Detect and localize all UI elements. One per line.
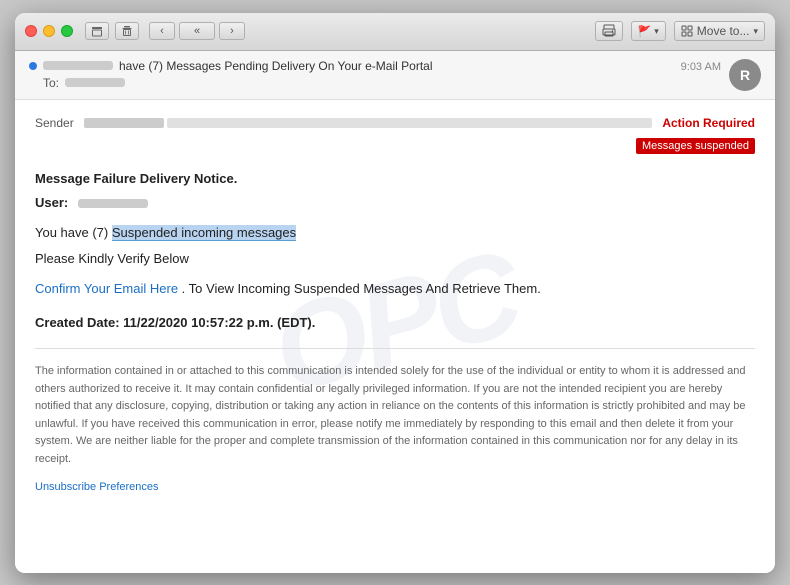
delete-button[interactable] [115, 22, 139, 40]
mail-window: ‹ « › 🚩 ▾ Move to... ▾ [15, 13, 775, 573]
message-controls [85, 22, 139, 40]
forward-icon: › [230, 25, 234, 37]
confirm-email-link[interactable]: Confirm Your Email Here [35, 281, 178, 296]
all-back-icon: « [194, 25, 200, 37]
messages-suspended-badge: Messages suspended [636, 138, 755, 154]
email-meta: have (7) Messages Pending Delivery On Yo… [29, 59, 761, 91]
link-suffix: . To View Incoming Suspended Messages An… [178, 281, 541, 296]
all-back-button[interactable]: « [179, 22, 215, 40]
flag-button[interactable]: 🚩 ▾ [631, 21, 666, 41]
body-text: Message Failure Delivery Notice. User: Y… [35, 168, 755, 335]
moveto-label: Move to... [697, 24, 750, 38]
main-text-line: You have (7) Suspended incoming messages [35, 222, 755, 244]
heading-line: Message Failure Delivery Notice. [35, 168, 755, 190]
action-section: Sender Action Required Messages suspende… [35, 116, 755, 154]
verify-text: Please Kindly Verify Below [35, 248, 755, 270]
link-line: Confirm Your Email Here . To View Incomi… [35, 278, 755, 300]
titlebar-right-controls: 🚩 ▾ Move to... ▾ [595, 21, 765, 41]
user-name-redacted [78, 199, 148, 208]
archive-button[interactable] [85, 22, 109, 40]
to-name-redacted [65, 78, 125, 87]
sender-line: have (7) Messages Pending Delivery On Yo… [29, 59, 681, 73]
suspended-text-highlighted: Suspended incoming messages [112, 225, 296, 241]
email-content: Sender Action Required Messages suspende… [15, 100, 775, 511]
sender-label: Sender [35, 116, 74, 130]
email-from-section: have (7) Messages Pending Delivery On Yo… [29, 59, 681, 90]
flag-chevron-icon: ▾ [654, 26, 659, 37]
titlebar: ‹ « › 🚩 ▾ Move to... ▾ [15, 13, 775, 51]
divider [35, 348, 755, 349]
user-label: User: [35, 195, 68, 210]
email-body[interactable]: OPC Sender Action Required Messages susp… [15, 100, 775, 573]
traffic-lights [25, 25, 73, 37]
sender-bar-filled [84, 118, 164, 128]
print-button[interactable] [595, 21, 623, 41]
moveto-chevron-icon: ▾ [753, 26, 758, 37]
sender-bar-empty [167, 118, 653, 128]
main-text: You have (7) [35, 225, 112, 240]
user-line: User: [35, 192, 755, 214]
date-text: Created Date: 11/22/2020 10:57:22 p.m. (… [35, 312, 755, 334]
sender-row: Sender Action Required [35, 116, 755, 134]
forward-button[interactable]: › [219, 22, 245, 40]
navigation-buttons: ‹ « › [149, 22, 245, 40]
disclaimer-text: The information contained in or attached… [35, 363, 755, 469]
action-required-label: Action Required [662, 116, 755, 130]
unsubscribe-line: Unsubscribe Preferences [35, 477, 755, 495]
unsubscribe-link[interactable]: Unsubscribe Preferences [35, 481, 159, 493]
email-header: have (7) Messages Pending Delivery On Yo… [15, 51, 775, 100]
flag-icon: 🚩 [638, 25, 652, 38]
avatar: R [729, 59, 761, 91]
sender-name-redacted [43, 61, 113, 70]
email-time: 9:03 AM [681, 61, 721, 73]
moveto-button[interactable]: Move to... ▾ [674, 21, 765, 41]
email-subject: have (7) Messages Pending Delivery On Yo… [119, 59, 433, 73]
email-time-avatar: 9:03 AM R [681, 59, 761, 91]
maximize-button[interactable] [61, 25, 73, 37]
to-line: To: [43, 76, 681, 90]
sender-bars [84, 118, 653, 128]
back-button[interactable]: ‹ [149, 22, 175, 40]
heading-bold: Message Failure Delivery Notice. [35, 171, 237, 186]
close-button[interactable] [25, 25, 37, 37]
to-label: To: [43, 76, 59, 90]
unread-indicator [29, 62, 37, 70]
back-icon: ‹ [160, 25, 164, 37]
minimize-button[interactable] [43, 25, 55, 37]
